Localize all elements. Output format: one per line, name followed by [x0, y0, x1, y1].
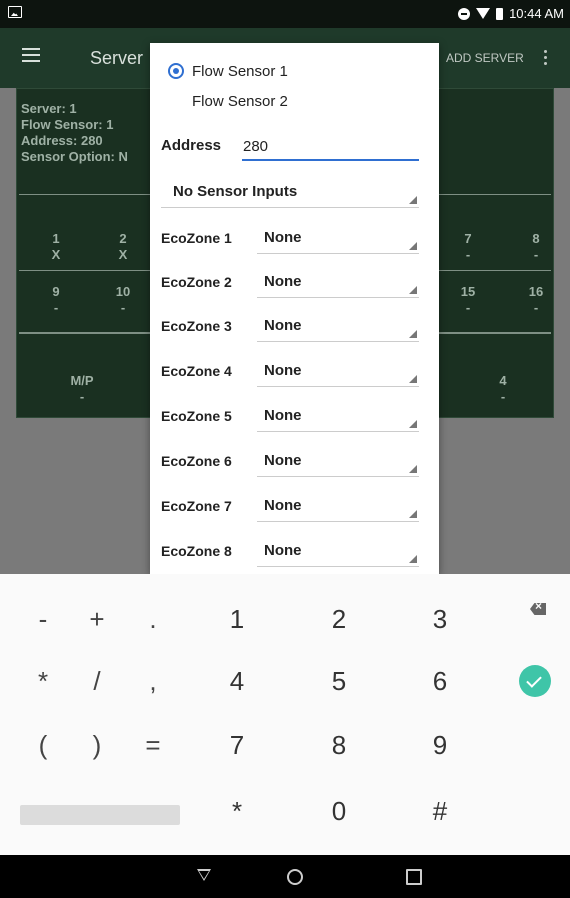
zone-cell: 4-	[499, 373, 507, 404]
key-plus[interactable]: +	[82, 604, 112, 635]
dropdown-arrow-icon	[409, 555, 417, 563]
zone-cell: 9-	[52, 284, 60, 315]
zone-cell: 1X	[51, 231, 61, 262]
ecozone-dropdown[interactable]: None	[257, 360, 419, 387]
address-label: Address	[161, 137, 222, 154]
key-4[interactable]: 4	[222, 666, 252, 697]
image-icon	[8, 6, 22, 18]
menu-icon[interactable]	[22, 48, 40, 62]
battery-icon	[496, 7, 504, 20]
add-server-button[interactable]: ADD SERVER	[446, 51, 524, 65]
key-7[interactable]: 7	[222, 730, 252, 761]
home-icon[interactable]	[287, 869, 303, 885]
enter-check-icon[interactable]	[519, 665, 551, 697]
status-time: 10:44 AM	[509, 6, 564, 21]
radio-label[interactable]: Flow Sensor 2	[192, 93, 288, 110]
overflow-menu-icon[interactable]	[544, 50, 548, 66]
key-2[interactable]: 2	[324, 604, 354, 635]
numeric-keyboard: - + . 1 2 3 * / , 4 5 6 ( ) = 7 8 9 * 0 …	[0, 574, 570, 855]
key-minus[interactable]: -	[28, 604, 58, 635]
key-close-paren[interactable]: )	[82, 730, 112, 761]
key-1[interactable]: 1	[222, 604, 252, 635]
zone-cell: 8-	[532, 231, 540, 262]
ecozone-dropdown[interactable]: None	[257, 495, 419, 522]
app-title: Server	[90, 48, 144, 68]
ecozone-dropdown[interactable]: None	[257, 540, 419, 567]
ecozone-label: EcoZone 3	[161, 318, 232, 334]
zone-cell: 16-	[528, 284, 544, 315]
dropdown-arrow-icon	[409, 510, 417, 518]
recent-apps-icon[interactable]	[406, 869, 422, 885]
server-line: Server: 1	[21, 101, 77, 116]
address-input[interactable]	[242, 133, 419, 161]
key-0[interactable]: 0	[324, 796, 354, 827]
wifi-icon	[476, 8, 491, 19]
address-line: Address: 280	[21, 133, 103, 148]
back-icon[interactable]	[197, 869, 211, 881]
radio-flow-sensor-1[interactable]	[168, 63, 184, 79]
key-comma[interactable]: ,	[138, 666, 168, 697]
backspace-icon[interactable]	[530, 603, 546, 615]
key-period[interactable]: .	[138, 604, 168, 635]
flow-sensor-line: Flow Sensor: 1	[21, 117, 114, 132]
key-3[interactable]: 3	[425, 604, 455, 635]
dropdown-arrow-icon	[409, 375, 417, 383]
dropdown-arrow-icon	[409, 420, 417, 428]
mp-cell: M/P -	[70, 373, 94, 404]
key-equals[interactable]: =	[138, 730, 168, 761]
dropdown-arrow-icon	[409, 286, 417, 294]
zone-cell: 10-	[115, 284, 131, 315]
zone-cell: 2X	[118, 231, 128, 262]
ecozone-dropdown[interactable]: None	[257, 271, 419, 298]
space-key[interactable]	[20, 805, 180, 825]
dropdown-arrow-icon	[409, 330, 417, 338]
key-asterisk[interactable]: *	[28, 666, 58, 697]
navigation-bar	[0, 855, 570, 898]
ecozone-dropdown[interactable]: None	[257, 450, 419, 477]
do-not-disturb-icon	[458, 7, 471, 20]
flow-sensor-dialog: Flow Sensor 1 Flow Sensor 2 Address No S…	[150, 43, 439, 574]
zone-cell: 15-	[460, 284, 476, 315]
dropdown-value: No Sensor Inputs	[173, 183, 298, 200]
dropdown-arrow-icon	[409, 465, 417, 473]
ecozone-label: EcoZone 7	[161, 498, 232, 514]
ecozone-label: EcoZone 5	[161, 408, 232, 424]
ecozone-dropdown[interactable]: None	[257, 405, 419, 432]
key-5[interactable]: 5	[324, 666, 354, 697]
key-8[interactable]: 8	[324, 730, 354, 761]
status-bar: 10:44 AM	[0, 0, 570, 28]
key-9[interactable]: 9	[425, 730, 455, 761]
zone-cell: 7-	[464, 231, 472, 262]
ecozone-label: EcoZone 1	[161, 230, 232, 246]
key-star[interactable]: *	[222, 796, 252, 827]
key-hash[interactable]: #	[425, 796, 455, 827]
ecozone-dropdown[interactable]: None	[257, 227, 419, 254]
ecozone-label: EcoZone 4	[161, 363, 232, 379]
dropdown-arrow-icon	[409, 196, 417, 204]
key-6[interactable]: 6	[425, 666, 455, 697]
sensor-input-dropdown[interactable]: No Sensor Inputs	[161, 181, 419, 208]
ecozone-dropdown[interactable]: None	[257, 315, 419, 342]
sensor-option-line: Sensor Option: N	[21, 149, 128, 164]
ecozone-label: EcoZone 6	[161, 453, 232, 469]
ecozone-label: EcoZone 8	[161, 543, 232, 559]
key-slash[interactable]: /	[82, 666, 112, 697]
key-open-paren[interactable]: (	[28, 730, 58, 761]
radio-label[interactable]: Flow Sensor 1	[192, 63, 288, 80]
ecozone-label: EcoZone 2	[161, 274, 232, 290]
dropdown-arrow-icon	[409, 242, 417, 250]
